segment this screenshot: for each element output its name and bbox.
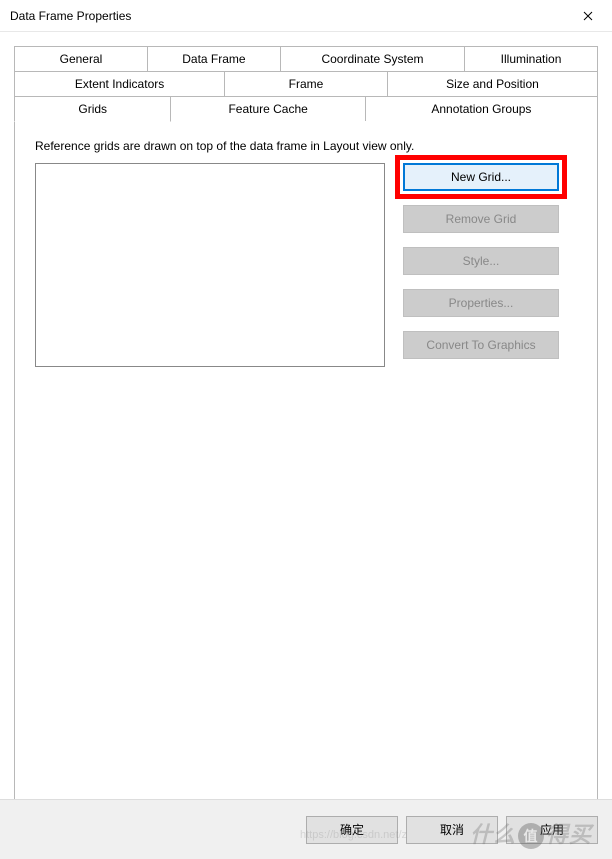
tab-frame[interactable]: Frame <box>224 71 388 97</box>
new-grid-button[interactable]: New Grid... <box>403 163 559 191</box>
close-button[interactable] <box>568 2 608 30</box>
remove-grid-button: Remove Grid <box>403 205 559 233</box>
tab-coordinate-system[interactable]: Coordinate System <box>280 46 465 72</box>
tab-illumination[interactable]: Illumination <box>464 46 598 72</box>
apply-button[interactable]: 应用 <box>506 816 598 844</box>
window-title: Data Frame Properties <box>10 9 131 23</box>
tab-panel-grids: Reference grids are drawn on top of the … <box>14 121 598 821</box>
grids-listbox[interactable] <box>35 163 385 367</box>
dialog-content: General Data Frame Coordinate System Ill… <box>0 32 612 821</box>
tab-row-3: Grids Feature Cache Annotation Groups <box>14 97 598 122</box>
properties-button: Properties... <box>403 289 559 317</box>
dialog-footer: 确定 取消 应用 <box>0 799 612 859</box>
style-button: Style... <box>403 247 559 275</box>
grids-description: Reference grids are drawn on top of the … <box>35 139 577 153</box>
tab-annotation-groups[interactable]: Annotation Groups <box>365 96 598 122</box>
grids-buttons-column: New Grid... Remove Grid Style... Propert… <box>403 163 559 359</box>
titlebar: Data Frame Properties <box>0 0 612 32</box>
convert-graphics-button: Convert To Graphics <box>403 331 559 359</box>
tab-data-frame[interactable]: Data Frame <box>147 46 281 72</box>
ok-button[interactable]: 确定 <box>306 816 398 844</box>
close-icon <box>583 11 593 21</box>
tab-size-position[interactable]: Size and Position <box>387 71 598 97</box>
tab-extent-indicators[interactable]: Extent Indicators <box>14 71 225 97</box>
tab-row-1: General Data Frame Coordinate System Ill… <box>14 46 598 72</box>
tab-grids[interactable]: Grids <box>14 96 171 122</box>
tabs-container: General Data Frame Coordinate System Ill… <box>14 46 598 821</box>
tab-feature-cache[interactable]: Feature Cache <box>170 96 365 122</box>
cancel-button[interactable]: 取消 <box>406 816 498 844</box>
tab-row-2: Extent Indicators Frame Size and Positio… <box>14 72 598 97</box>
tab-general[interactable]: General <box>14 46 148 72</box>
grids-layout: New Grid... Remove Grid Style... Propert… <box>35 163 577 367</box>
